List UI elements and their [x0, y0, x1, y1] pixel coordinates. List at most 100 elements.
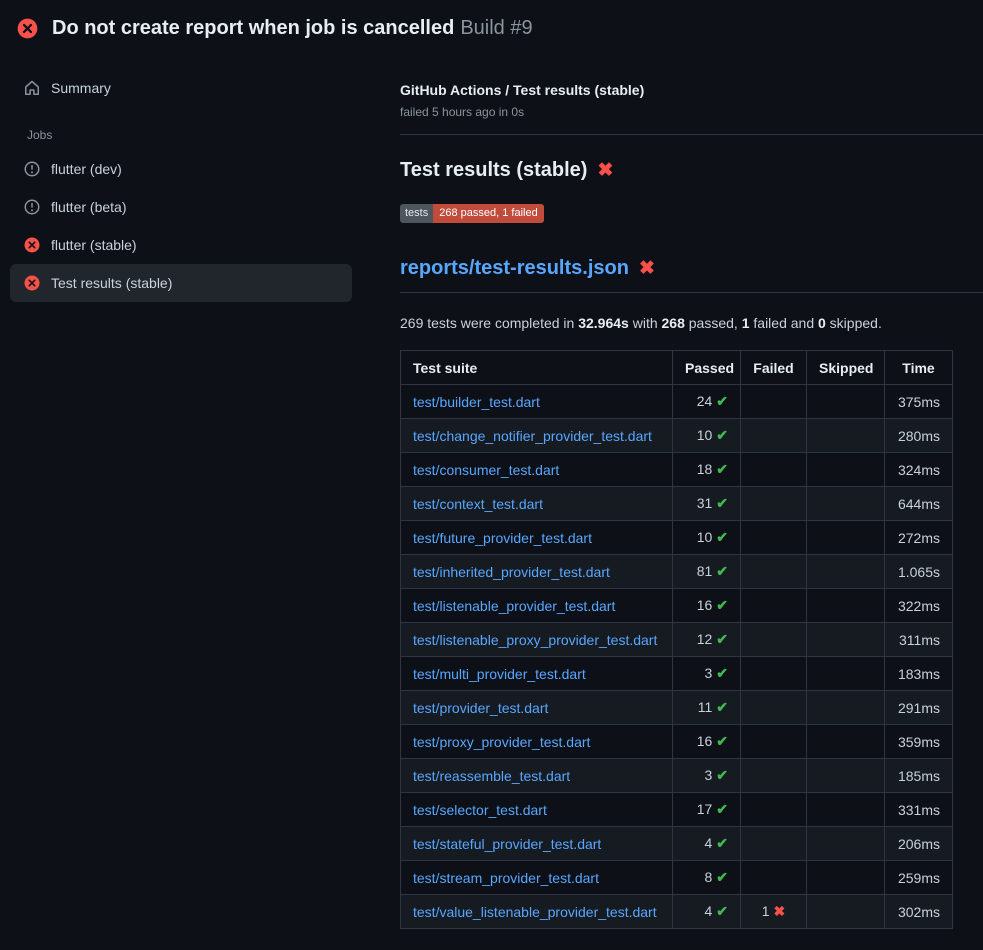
time-cell: 183ms	[885, 657, 953, 691]
table-row: test/listenable_provider_test.dart 16✔ 3…	[401, 589, 953, 623]
skipped-cell	[807, 691, 885, 725]
check-icon: ✔	[716, 869, 728, 885]
cross-mark-icon: ✖	[639, 259, 655, 278]
x-circle-icon	[24, 275, 40, 291]
sidebar-job-item[interactable]: flutter (beta)	[10, 188, 352, 226]
time-cell: 375ms	[885, 385, 953, 419]
table-row: test/context_test.dart 31✔ 644ms	[401, 487, 953, 521]
passed-cell: 10✔	[673, 419, 741, 453]
test-suite-link[interactable]: test/listenable_provider_test.dart	[413, 598, 615, 614]
skipped-cell	[807, 725, 885, 759]
time-cell: 302ms	[885, 895, 953, 929]
passed-cell: 17✔	[673, 793, 741, 827]
home-icon	[24, 80, 40, 96]
skipped-cell	[807, 657, 885, 691]
failed-cell	[741, 725, 807, 759]
table-row: test/stream_provider_test.dart 8✔ 259ms	[401, 861, 953, 895]
time-cell: 644ms	[885, 487, 953, 521]
sidebar: Summary Jobs flutter (dev) flutter (beta…	[0, 52, 380, 302]
job-label: flutter (stable)	[51, 237, 137, 253]
test-suite-link[interactable]: test/proxy_provider_test.dart	[413, 734, 590, 750]
skipped-cell	[807, 861, 885, 895]
failed-cell	[741, 759, 807, 793]
test-suite-link[interactable]: test/selector_test.dart	[413, 802, 547, 818]
passed-cell: 12✔	[673, 623, 741, 657]
check-title: Test results (stable) ✖	[400, 159, 952, 182]
sidebar-item-summary[interactable]: Summary	[10, 70, 352, 106]
time-cell: 206ms	[885, 827, 953, 861]
passed-cell: 3✔	[673, 657, 741, 691]
time-cell: 259ms	[885, 861, 953, 895]
test-suite-link[interactable]: test/inherited_provider_test.dart	[413, 564, 610, 580]
cross-icon: ✖	[774, 903, 786, 919]
failed-cell	[741, 385, 807, 419]
alert-circle-icon	[24, 199, 40, 215]
check-icon: ✔	[716, 393, 728, 409]
failed-cell	[741, 419, 807, 453]
test-suite-link[interactable]: test/value_listenable_provider_test.dart	[413, 904, 657, 920]
test-suite-link[interactable]: test/provider_test.dart	[413, 700, 548, 716]
job-label: Test results (stable)	[51, 275, 172, 291]
check-icon: ✔	[716, 529, 728, 545]
report-title: reports/test-results.json ✖	[400, 257, 983, 293]
check-icon: ✔	[716, 835, 728, 851]
skipped-cell	[807, 827, 885, 861]
test-suite-link[interactable]: test/reassemble_test.dart	[413, 768, 570, 784]
table-row: test/stateful_provider_test.dart 4✔ 206m…	[401, 827, 953, 861]
check-icon: ✔	[716, 665, 728, 681]
test-suite-link[interactable]: test/context_test.dart	[413, 496, 543, 512]
failed-cell	[741, 793, 807, 827]
test-suite-link[interactable]: test/stateful_provider_test.dart	[413, 836, 601, 852]
column-header-test-suite: Test suite	[401, 351, 673, 385]
sidebar-job-item[interactable]: flutter (dev)	[10, 150, 352, 188]
time-cell: 1.065s	[885, 555, 953, 589]
test-suite-link[interactable]: test/change_notifier_provider_test.dart	[413, 428, 652, 444]
time-cell: 322ms	[885, 589, 953, 623]
table-row: test/provider_test.dart 11✔ 291ms	[401, 691, 953, 725]
time-cell: 359ms	[885, 725, 953, 759]
test-suite-link[interactable]: test/future_provider_test.dart	[413, 530, 592, 546]
x-circle-icon	[17, 18, 38, 39]
test-suite-link[interactable]: test/listenable_proxy_provider_test.dart	[413, 632, 657, 648]
failed-cell	[741, 453, 807, 487]
job-label: flutter (beta)	[51, 199, 126, 215]
breadcrumb: GitHub Actions / Test results (stable)	[400, 82, 952, 98]
skipped-cell	[807, 487, 885, 521]
test-suite-link[interactable]: test/builder_test.dart	[413, 394, 540, 410]
table-row: test/listenable_proxy_provider_test.dart…	[401, 623, 953, 657]
skipped-cell	[807, 793, 885, 827]
report-link[interactable]: reports/test-results.json	[400, 257, 629, 280]
time-cell: 280ms	[885, 419, 953, 453]
results-table: Test suite Passed Failed Skipped Time te…	[400, 350, 953, 929]
time-cell: 324ms	[885, 453, 953, 487]
failed-cell	[741, 521, 807, 555]
test-suite-link[interactable]: test/stream_provider_test.dart	[413, 870, 599, 886]
table-row: test/proxy_provider_test.dart 16✔ 359ms	[401, 725, 953, 759]
check-icon: ✔	[716, 427, 728, 443]
failed-cell	[741, 623, 807, 657]
tests-badge: tests 268 passed, 1 failed	[400, 204, 544, 223]
page-title: Do not create report when job is cancell…	[52, 17, 533, 40]
failed-cell	[741, 691, 807, 725]
table-row: test/multi_provider_test.dart 3✔ 183ms	[401, 657, 953, 691]
sidebar-job-item[interactable]: flutter (stable)	[10, 226, 352, 264]
jobs-heading: Jobs	[10, 106, 352, 150]
check-icon: ✔	[716, 801, 728, 817]
cross-mark-icon: ✖	[597, 161, 613, 180]
table-row: test/inherited_provider_test.dart 81✔ 1.…	[401, 555, 953, 589]
failed-cell	[741, 555, 807, 589]
table-header-row: Test suite Passed Failed Skipped Time	[401, 351, 953, 385]
check-icon: ✔	[716, 597, 728, 613]
passed-cell: 18✔	[673, 453, 741, 487]
test-suite-link[interactable]: test/consumer_test.dart	[413, 462, 559, 478]
failed-cell	[741, 861, 807, 895]
build-number: Build #9	[460, 17, 532, 39]
test-suite-link[interactable]: test/multi_provider_test.dart	[413, 666, 586, 682]
passed-cell: 11✔	[673, 691, 741, 725]
run-meta: failed 5 hours ago in 0s	[400, 105, 952, 119]
table-row: test/consumer_test.dart 18✔ 324ms	[401, 453, 953, 487]
sidebar-job-item[interactable]: Test results (stable)	[10, 264, 352, 302]
passed-cell: 8✔	[673, 861, 741, 895]
badge-value: 268 passed, 1 failed	[433, 204, 543, 223]
time-cell: 331ms	[885, 793, 953, 827]
